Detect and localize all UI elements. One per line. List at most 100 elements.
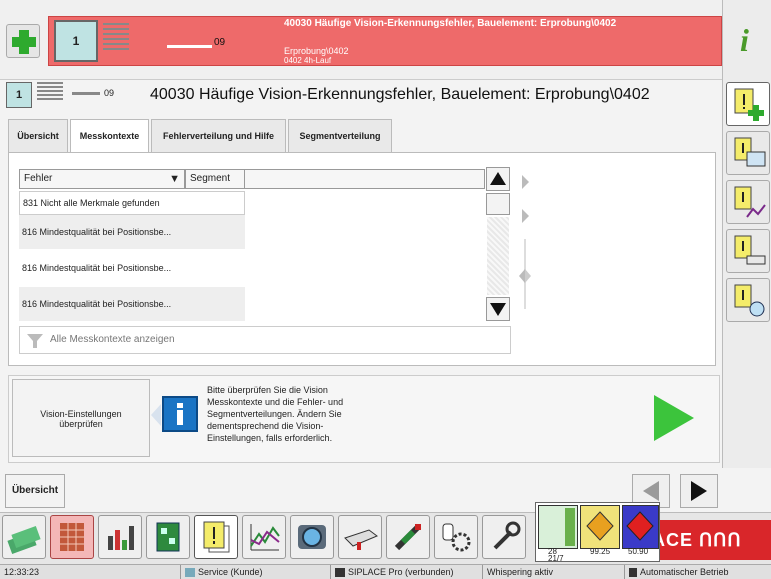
- service-icon: [185, 568, 195, 578]
- status-mode-label: Automatischer Betrieb: [640, 567, 729, 577]
- trend-chart-icon: [250, 524, 280, 551]
- tool-grid-button[interactable]: [50, 515, 94, 559]
- component-grid-icon: [60, 523, 84, 551]
- alarm-subtitle-2: 0402 4h-Lauf: [284, 56, 332, 65]
- proceed-button[interactable]: [649, 392, 699, 444]
- alarm-count-badge: 1: [54, 20, 98, 62]
- info-line: dementsprechend die Vision-: [207, 421, 324, 431]
- scroll-thumb[interactable]: [486, 193, 510, 215]
- plus-icon: [12, 30, 36, 54]
- feeder-icon: [344, 529, 378, 550]
- info-line: Einstellungen, falls erforderlich.: [207, 433, 333, 443]
- tab-messkontexte[interactable]: Messkontexte: [70, 119, 149, 155]
- alert-search-icon: [734, 284, 765, 317]
- arrow-down-icon: [490, 303, 506, 316]
- tool-wrench-button[interactable]: [482, 515, 526, 559]
- tool-nozzle-button[interactable]: [386, 515, 430, 559]
- tool-camera-button[interactable]: [290, 515, 334, 559]
- gauge-value: 50.90: [628, 547, 649, 556]
- column-header-segment[interactable]: Segment: [185, 169, 245, 189]
- tool-trend-button[interactable]: [242, 515, 286, 559]
- alert-add-icon: [734, 88, 764, 121]
- scroll-track[interactable]: [487, 217, 509, 295]
- table-row[interactable]: 831 Nicht alle Merkmale gefunden: [19, 191, 245, 215]
- progress-label: 09: [104, 88, 115, 98]
- pointer-arrow-icon: [151, 404, 161, 426]
- siplace-logo: ACE ՈՈՈ: [642, 520, 771, 560]
- button-label-line: Vision-Einstellungen: [40, 409, 122, 419]
- play-arrow-icon: [654, 395, 694, 441]
- add-alarm-button[interactable]: [726, 82, 770, 126]
- camera-lens-icon: [298, 525, 326, 549]
- alert-chart-button[interactable]: [726, 180, 770, 224]
- money-stack-icon: [7, 525, 41, 555]
- progress-label: 09: [214, 37, 226, 48]
- tool-money-button[interactable]: [2, 515, 46, 559]
- tool-alerts-button[interactable]: [194, 515, 238, 559]
- status-whisper: Whispering aktiv: [482, 565, 622, 579]
- tool-feeder-button[interactable]: [338, 515, 382, 559]
- table-row[interactable]: 816 Mindestqualität bei Positionsbe...: [19, 287, 245, 321]
- alarm-panel[interactable]: 1 09 40030 Häufige Vision-Erkennungsfehl…: [48, 16, 722, 66]
- tab-segmentverteilung[interactable]: Segmentverteilung: [288, 119, 392, 153]
- tab-ubersicht[interactable]: Übersicht: [8, 119, 68, 153]
- column-header-fehler[interactable]: Fehler ▼: [19, 169, 185, 189]
- sort-down-icon: ▼: [169, 173, 180, 185]
- tool-board-button[interactable]: [146, 515, 190, 559]
- scroll-up-button[interactable]: [486, 167, 510, 191]
- splitter[interactable]: [517, 169, 531, 317]
- status-time: 12:33:23: [4, 567, 40, 577]
- gauge-throughput: [538, 505, 578, 549]
- status-pro: SIPLACE Pro (verbunden): [330, 565, 480, 579]
- info-line: Messkontexte und die Fehler- und: [207, 397, 344, 407]
- page-title: 40030 Häufige Vision-Erkennungsfehler, B…: [150, 86, 650, 103]
- info-panel: Vision-Einstellungen überprüfen Bitte üb…: [8, 375, 720, 463]
- filter-button[interactable]: Alle Messkontexte anzeigen: [19, 326, 511, 354]
- info-button[interactable]: i: [726, 15, 770, 59]
- svg-text:i: i: [740, 22, 749, 58]
- arrow-right-icon: [691, 481, 707, 501]
- right-sidebar: i: [722, 0, 771, 468]
- status-gauges[interactable]: 28 21/7 99.25 50.90: [535, 502, 660, 563]
- gauge-bar: [565, 508, 575, 546]
- mode-icon: [629, 568, 637, 578]
- content-panel: Fehler ▼ Segment 831 Nicht alle Merkmale…: [8, 152, 716, 366]
- add-button[interactable]: [6, 24, 40, 58]
- gauge-sub: 21/7: [548, 554, 564, 563]
- list-icon: [101, 20, 131, 62]
- circuit-board-icon: [156, 522, 180, 552]
- table-row[interactable]: 816 Mindestqualität bei Positionsbe...: [19, 215, 245, 249]
- nozzle-icon: [394, 523, 422, 551]
- status-service-label: Service (Kunde): [198, 567, 263, 577]
- column-header-filler: [245, 169, 485, 189]
- alert-monitor-icon: [734, 137, 766, 167]
- status-pro-label: SIPLACE Pro (verbunden): [348, 567, 454, 577]
- status-service: Service (Kunde): [180, 565, 328, 579]
- alarm-subtitle: Erprobung\0402: [284, 46, 349, 56]
- alert-search-button[interactable]: [726, 278, 770, 322]
- scroll-down-button[interactable]: [486, 297, 510, 321]
- tool-barchart-button[interactable]: [98, 515, 142, 559]
- table-row[interactable]: 816 Mindestqualität bei Positionsbe...: [19, 251, 245, 285]
- filter-icon: [27, 334, 43, 348]
- gauge-errors: [622, 505, 659, 549]
- info-icon: i: [740, 22, 749, 58]
- tool-settings-button[interactable]: [434, 515, 478, 559]
- next-button[interactable]: [680, 474, 718, 508]
- arrow-up-icon: [490, 172, 506, 185]
- info-icon: [162, 396, 198, 432]
- alert-screen-button[interactable]: [726, 131, 770, 175]
- gauge-quality: [580, 505, 620, 549]
- alert-chart-icon: [734, 186, 766, 218]
- hand-gear-icon: [442, 523, 471, 552]
- ubersicht-button[interactable]: Übersicht: [5, 474, 65, 508]
- info-line: Bitte überprüfen Sie die Vision: [207, 385, 328, 395]
- alert-edit-button[interactable]: [726, 229, 770, 273]
- alarm-title: 40030 Häufige Vision-Erkennungsfehler, B…: [284, 18, 617, 29]
- filter-label: Alle Messkontexte anzeigen: [50, 334, 175, 345]
- messkontexte-table: Fehler ▼ Segment 831 Nicht alle Merkmale…: [19, 163, 489, 323]
- tab-fehlerverteilung[interactable]: Fehlerverteilung und Hilfe: [151, 119, 286, 153]
- wrench-icon: [493, 521, 521, 550]
- check-vision-settings-button[interactable]: Vision-Einstellungen überprüfen: [12, 379, 150, 457]
- alert-documents-icon: [203, 521, 230, 553]
